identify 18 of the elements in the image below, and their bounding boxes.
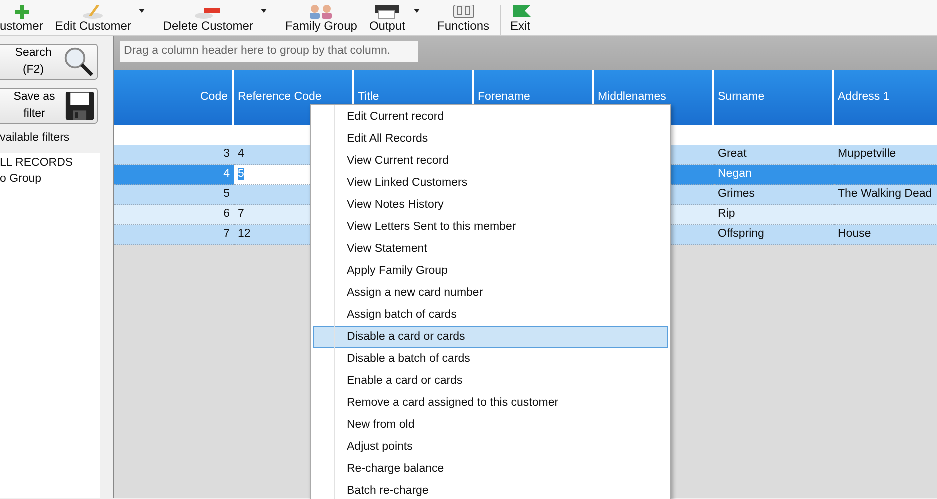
- table-cell: 7: [238, 208, 244, 220]
- table-cell: Muppetville: [838, 148, 896, 160]
- filters-label: vailable filters: [0, 131, 71, 146]
- table-cell: House: [838, 228, 872, 240]
- table-cell: Offspring: [718, 228, 764, 240]
- table-cell: 7: [224, 228, 230, 240]
- table-cell: 3: [224, 148, 230, 160]
- table-cell: 6: [224, 208, 230, 220]
- table-cell: 4: [238, 148, 244, 160]
- table-cell: The Walking Dead: [838, 188, 932, 200]
- table-cell: Rip: [718, 208, 736, 220]
- table-cell: Great: [718, 148, 747, 160]
- table-cell: 4: [224, 168, 230, 180]
- table-cell: Grimes: [718, 188, 756, 200]
- group-by-hint: Drag a column header here to group by that column.: [120, 41, 418, 62]
- table-cell: Negan: [718, 168, 752, 180]
- table-cell: 5: [224, 188, 230, 200]
- table-cell: 12: [238, 228, 251, 240]
